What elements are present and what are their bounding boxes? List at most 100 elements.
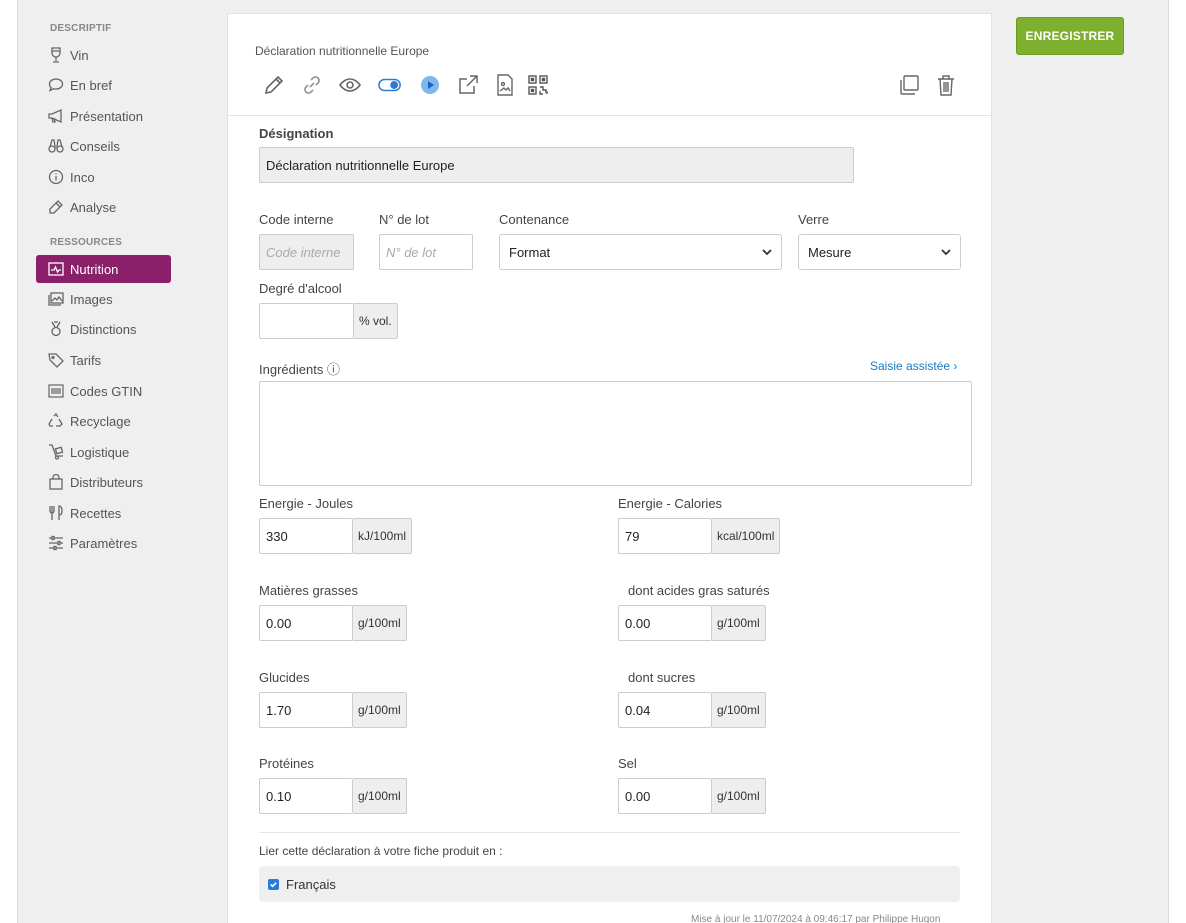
play-icon[interactable] <box>418 73 442 97</box>
sidebar-item-label: Vin <box>70 47 89 63</box>
verre-select[interactable]: Mesure <box>798 234 961 270</box>
utensils-icon <box>47 505 65 521</box>
barcode-icon <box>47 383 65 399</box>
verre-value: Mesure <box>808 244 852 260</box>
link-icon[interactable] <box>300 73 324 97</box>
code-interne-field[interactable]: Code interne <box>259 234 354 270</box>
sidebar-item-recyclage[interactable]: Recyclage <box>36 407 171 435</box>
shopping-bag-icon <box>47 474 65 490</box>
megaphone-icon <box>47 108 65 124</box>
pipette-icon <box>47 199 65 215</box>
sliders-icon <box>47 535 65 551</box>
sidebar-item-label: Analyse <box>70 199 117 215</box>
sidebar-item-recettes[interactable]: Recettes <box>36 499 171 527</box>
duplicate-icon[interactable] <box>897 73 921 97</box>
sidebar-item-label: Images <box>70 291 113 307</box>
assisted-entry-link[interactable]: Saisie assistée › <box>870 359 957 373</box>
sucres-unit: g/100ml <box>712 692 766 728</box>
matieres-grasses-field[interactable]: 0.00 <box>259 605 353 641</box>
qr-code-icon[interactable] <box>526 73 550 97</box>
sidebar-item-label: Nutrition <box>70 261 119 277</box>
sidebar-item-conseils[interactable]: Conseils <box>36 132 171 160</box>
contenance-value: Format <box>509 244 551 260</box>
sidebar-item-parametres[interactable]: Paramètres <box>36 529 171 557</box>
sidebar-item-vin[interactable]: Vin <box>36 41 171 69</box>
language-option-francais[interactable]: Français <box>259 866 960 902</box>
trash-icon[interactable] <box>934 73 958 97</box>
info-circle-icon <box>47 169 65 185</box>
chevron-down-icon <box>762 249 772 256</box>
energie-joules-unit: kJ/100ml <box>353 518 413 554</box>
sidebar-item-label: Recyclage <box>70 413 131 429</box>
card-title: Déclaration nutritionnelle Europe <box>255 44 430 58</box>
recycle-icon <box>47 413 65 429</box>
alcool-field[interactable] <box>259 303 354 339</box>
contenance-label: Contenance <box>499 212 570 227</box>
sel-label: Sel <box>618 756 637 771</box>
designation-field[interactable]: Déclaration nutritionnelle Europe <box>259 147 854 183</box>
chevron-down-icon <box>941 249 951 256</box>
proteines-unit: g/100ml <box>353 778 407 814</box>
checkbox-checked-icon[interactable] <box>268 878 279 890</box>
external-link-icon[interactable] <box>456 73 480 97</box>
energie-calories-label: Energie - Calories <box>618 496 723 511</box>
sidebar-item-label: Recettes <box>70 505 122 521</box>
glucides-unit: g/100ml <box>353 692 407 728</box>
sidebar-item-analyse[interactable]: Analyse <box>36 193 171 221</box>
sidebar-item-inco[interactable]: Inco <box>36 163 171 191</box>
link-language-label: Lier cette déclaration à votre fiche pro… <box>259 844 503 858</box>
medal-icon <box>47 321 65 337</box>
section-title-descriptif: DESCRIPTIF <box>50 23 112 34</box>
sidebar-item-images[interactable]: Images <box>36 285 171 313</box>
sidebar-item-label: Conseils <box>70 138 120 154</box>
image-file-icon[interactable] <box>493 73 517 97</box>
sel-field[interactable]: 0.00 <box>618 778 712 814</box>
sidebar-item-distributeurs[interactable]: Distributeurs <box>36 468 171 496</box>
ingredients-textarea[interactable] <box>259 381 972 486</box>
sidebar-item-label: Inco <box>70 169 95 185</box>
sidebar-item-label: Logistique <box>70 444 130 460</box>
language-label: Français <box>286 876 336 892</box>
sel-unit: g/100ml <box>712 778 766 814</box>
tag-icon <box>47 352 65 368</box>
verre-label: Verre <box>798 212 830 227</box>
sidebar-item-distinctions[interactable]: Distinctions <box>36 315 171 343</box>
images-icon <box>47 291 65 307</box>
save-button[interactable]: ENREGISTRER <box>1016 17 1124 55</box>
nutrition-card: Déclaration nutritionnelle Europe Désign… <box>227 13 992 923</box>
energie-calories-unit: kcal/100ml <box>712 518 781 554</box>
alcool-unit: % vol. <box>354 303 398 339</box>
proteines-field[interactable]: 0.10 <box>259 778 353 814</box>
sucres-field[interactable]: 0.04 <box>618 692 712 728</box>
sidebar-item-presentation[interactable]: Présentation <box>36 102 171 130</box>
sidebar-item-tarifs[interactable]: Tarifs <box>36 346 171 374</box>
matieres-grasses-unit: g/100ml <box>353 605 407 641</box>
sidebar-item-label: Présentation <box>70 108 143 124</box>
sidebar-item-label: Distributeurs <box>70 474 143 490</box>
ingredients-label: Ingrédients ⓘ <box>259 362 340 377</box>
sucres-label: dont sucres <box>628 670 696 685</box>
eye-icon[interactable] <box>338 73 362 97</box>
code-interne-label: Code interne <box>259 212 334 227</box>
contenance-select[interactable]: Format <box>499 234 782 270</box>
energie-calories-field[interactable]: 79 <box>618 518 712 554</box>
sidebar-item-logistique[interactable]: Logistique <box>36 438 171 466</box>
sidebar-item-en-bref[interactable]: En bref <box>36 71 171 99</box>
sidebar-item-label: Paramètres <box>70 535 138 551</box>
pulse-chart-icon <box>47 261 65 277</box>
glucides-field[interactable]: 1.70 <box>259 692 353 728</box>
sidebar-item-label: En bref <box>70 77 112 93</box>
toggle-icon[interactable] <box>378 73 402 97</box>
sidebar-item-codes-gtin[interactable]: Codes GTIN <box>36 377 171 405</box>
edit-pencil-icon[interactable] <box>262 73 286 97</box>
update-note: Mise à jour le 11/07/2024 à 09:46:17 par… <box>691 914 941 923</box>
divider <box>259 832 960 833</box>
acides-gras-unit: g/100ml <box>712 605 766 641</box>
binoculars-icon <box>47 138 65 154</box>
acides-gras-field[interactable]: 0.00 <box>618 605 712 641</box>
energie-joules-field[interactable]: 330 <box>259 518 353 554</box>
sidebar-item-label: Tarifs <box>70 352 102 368</box>
proteines-label: Protéines <box>259 756 314 771</box>
sidebar-item-nutrition[interactable]: Nutrition <box>36 255 171 283</box>
lot-field[interactable]: N° de lot <box>379 234 473 270</box>
